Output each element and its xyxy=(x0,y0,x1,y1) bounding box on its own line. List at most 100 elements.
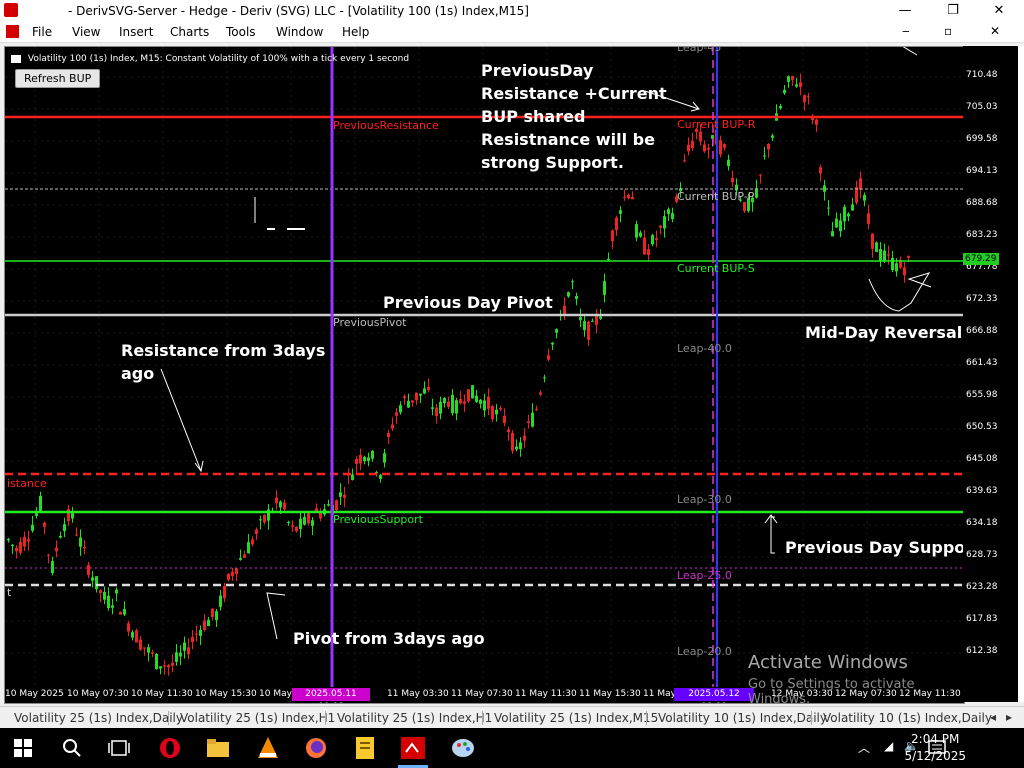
paint-icon[interactable] xyxy=(450,736,476,760)
vlc-icon[interactable] xyxy=(256,736,280,760)
network-icon[interactable]: ◢ xyxy=(884,739,893,753)
candle-body xyxy=(119,612,122,615)
candle-body xyxy=(651,235,654,245)
candle-body xyxy=(11,544,14,546)
candle-body xyxy=(183,642,186,651)
tab-scroll-left-icon[interactable]: ◂ xyxy=(990,710,996,724)
menu-view[interactable]: View xyxy=(72,25,100,39)
chart-window[interactable]: Volatility 100 (1s) Index, M15: Constant… xyxy=(4,46,965,704)
menu-close-icon[interactable]: ✕ xyxy=(990,24,1000,38)
notifications-icon[interactable] xyxy=(928,740,946,756)
candle-body xyxy=(743,202,746,212)
previous-pivot-label: PreviousPivot xyxy=(333,316,407,329)
opera-icon[interactable] xyxy=(158,736,182,760)
candle-body xyxy=(15,547,18,552)
candle-body xyxy=(427,386,430,391)
candle-body xyxy=(171,662,174,666)
candle-body xyxy=(487,396,490,409)
candle-body xyxy=(511,433,514,451)
tab-vol25-h1-a[interactable]: Volatility 25 (1s) Index,H1 xyxy=(180,711,335,725)
current-price-tag: 679.29 xyxy=(963,253,999,266)
tab-vol25-m15[interactable]: Volatility 25 (1s) Index,M15 xyxy=(494,711,658,725)
tab-vol25-daily[interactable]: Volatility 25 (1s) Index,Daily xyxy=(14,711,183,725)
candle-body xyxy=(567,292,570,297)
menu-help[interactable]: Help xyxy=(342,25,369,39)
candle-body xyxy=(391,424,394,429)
minimize-button[interactable]: — xyxy=(882,0,928,22)
candle-body xyxy=(875,242,878,252)
time-axis-label: 10 May 07:30 xyxy=(67,689,129,699)
price-axis-label: 688.68 xyxy=(966,198,998,208)
menu-minimize-icon[interactable]: ‒ xyxy=(902,24,910,38)
menu-restore-icon[interactable]: ▫ xyxy=(944,24,952,38)
candle-body xyxy=(123,609,126,615)
tab-scroll-right-icon[interactable]: ▸ xyxy=(1006,710,1012,724)
candle-body xyxy=(703,144,706,152)
menu-tools[interactable]: Tools xyxy=(226,25,256,39)
menu-charts[interactable]: Charts xyxy=(170,25,209,39)
tab-vol10-daily-a[interactable]: Volatility 10 (1s) Index,Daily xyxy=(658,711,827,725)
candle-body xyxy=(895,263,898,272)
candle-body xyxy=(763,155,766,157)
annotation-prev-day-support: Previous Day Support xyxy=(785,538,965,557)
candle-body xyxy=(759,174,762,176)
candle-body xyxy=(659,225,662,228)
time-axis-label: 10 May 11:30 xyxy=(131,689,193,699)
candle-body xyxy=(371,450,374,459)
candle-body xyxy=(727,159,730,166)
candle-body xyxy=(483,400,486,411)
menu-file[interactable]: File xyxy=(32,25,52,39)
price-axis-label: 710.48 xyxy=(966,70,998,80)
pivot-left-label: t xyxy=(7,586,12,599)
firefox-icon[interactable] xyxy=(304,736,328,760)
time-axis-label: 10 May 2025 xyxy=(5,689,64,699)
candle-body xyxy=(251,539,254,545)
chevron-up-icon[interactable]: ︿ xyxy=(858,739,870,756)
windows-start-icon[interactable] xyxy=(14,739,32,757)
menu-insert[interactable]: Insert xyxy=(119,25,153,39)
candle-body xyxy=(387,432,390,438)
candle-body xyxy=(731,177,734,183)
close-button[interactable]: ✕ xyxy=(976,0,1022,22)
candle-body xyxy=(611,230,614,242)
metatrader-icon[interactable] xyxy=(400,736,426,760)
annotation-prevday-1: PreviousDay xyxy=(481,61,594,80)
candle-body xyxy=(311,520,314,526)
candle-body xyxy=(563,305,566,315)
file-explorer-icon[interactable] xyxy=(206,737,230,759)
candle-body xyxy=(79,537,82,547)
candle-body xyxy=(135,630,138,643)
candle-body xyxy=(579,316,582,321)
candle-body xyxy=(615,217,618,231)
time-marker-2: 2025.05.12 00:00 xyxy=(674,688,754,703)
candle-body xyxy=(819,167,822,174)
menu-window[interactable]: Window xyxy=(276,25,323,39)
candle-body xyxy=(303,516,306,525)
tab-vol25-h1-b[interactable]: Volatility 25 (1s) Index,H1 xyxy=(337,711,492,725)
task-view-icon[interactable] xyxy=(108,738,130,758)
candle-body xyxy=(463,401,466,404)
tab-vol10-daily-b[interactable]: Volatility 10 (1s) Index,Daily xyxy=(823,711,992,725)
time-axis-label: 11 May 15:30 xyxy=(579,689,641,699)
restore-button[interactable]: ❐ xyxy=(930,0,976,22)
candle-body xyxy=(403,396,406,398)
candle-body xyxy=(59,535,62,538)
candle-body xyxy=(159,666,162,669)
candle-body xyxy=(451,394,454,414)
candle-body xyxy=(319,512,322,519)
chart-description: Volatility 100 (1s) Index, M15: Constant… xyxy=(27,54,410,64)
candle-body xyxy=(667,209,670,214)
document-app-icon[interactable] xyxy=(354,735,376,761)
candle-body xyxy=(51,561,54,574)
candle-body xyxy=(227,573,230,580)
candle-body xyxy=(459,399,462,404)
search-icon[interactable] xyxy=(62,738,82,758)
refresh-bup-button[interactable]: Refresh BUP xyxy=(15,69,101,88)
annotation-pivot-3days: Pivot from 3days ago xyxy=(293,629,485,648)
candle-body xyxy=(151,652,154,654)
candle-body xyxy=(687,144,690,152)
candle-body xyxy=(807,96,810,98)
candle-body xyxy=(507,429,510,433)
candle-body xyxy=(147,647,150,653)
candle-body xyxy=(627,194,630,198)
